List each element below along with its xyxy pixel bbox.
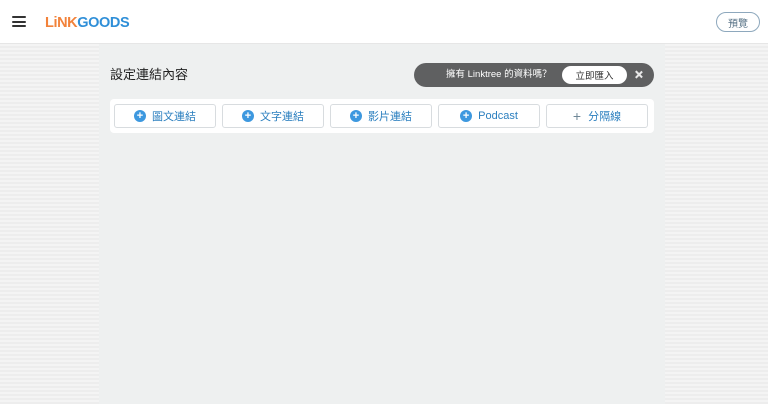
add-podcast-button[interactable]: + Podcast	[438, 104, 540, 128]
button-label: 影片連結	[368, 111, 412, 123]
import-prompt-text: 擁有 Linktree 的資料嗎？	[446, 69, 552, 80]
menu-icon[interactable]	[12, 16, 26, 27]
plus-circle-icon: +	[350, 110, 362, 122]
import-now-button[interactable]: 立即匯入	[562, 66, 627, 84]
plus-circle-icon: +	[134, 110, 146, 122]
add-link-toolbar: + 圖文連結 + 文字連結 + 影片連結 + Podcast + 分隔線	[110, 99, 654, 133]
button-label: 分隔線	[588, 111, 622, 123]
plus-circle-icon: +	[242, 110, 254, 122]
linktree-import-banner: 擁有 Linktree 的資料嗎？ 立即匯入	[414, 63, 654, 87]
main-content-area	[99, 44, 665, 404]
logo-text-goods: GOODS	[77, 15, 130, 31]
preview-button[interactable]: 預覽	[716, 12, 760, 32]
top-header: LiNKGOODS 預覽	[0, 0, 768, 44]
page-title: 設定連結內容	[110, 67, 189, 82]
button-label: 文字連結	[260, 111, 304, 123]
add-text-link-button[interactable]: + 文字連結	[222, 104, 324, 128]
button-label: Podcast	[478, 110, 518, 122]
left-background	[0, 44, 99, 404]
add-video-link-button[interactable]: + 影片連結	[330, 104, 432, 128]
right-background	[665, 44, 768, 404]
logo[interactable]: LiNKGOODS	[45, 14, 130, 32]
close-icon[interactable]	[633, 69, 645, 81]
add-divider-button[interactable]: + 分隔線	[546, 104, 648, 128]
plus-circle-icon: +	[460, 110, 473, 122]
add-image-link-button[interactable]: + 圖文連結	[114, 104, 216, 128]
button-label: 圖文連結	[152, 111, 196, 123]
logo-text-link: LiNK	[45, 15, 78, 31]
plus-icon: +	[572, 108, 582, 124]
